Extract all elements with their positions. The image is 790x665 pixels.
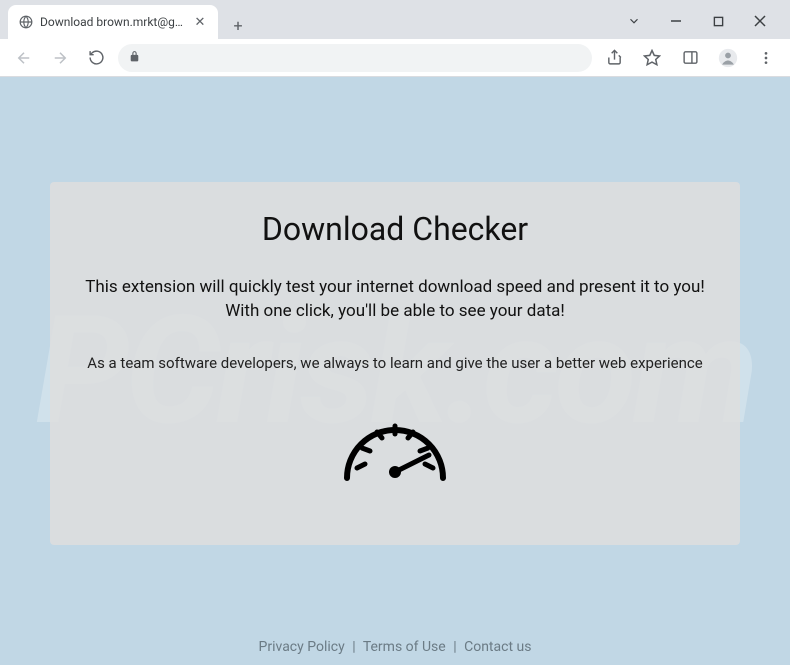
gauge-graphic — [80, 400, 710, 500]
page-title: Download Checker — [80, 210, 710, 248]
page-description: As a team software developers, we always… — [80, 354, 710, 372]
footer-links: Privacy Policy | Terms of Use | Contact … — [0, 639, 790, 655]
minimize-button[interactable] — [664, 9, 688, 33]
contact-link[interactable]: Contact us — [464, 639, 531, 655]
page-content: PCrisk.com Download Checker This extensi… — [0, 77, 790, 665]
window-controls — [622, 9, 782, 39]
globe-icon — [18, 14, 34, 30]
side-panel-icon[interactable] — [676, 44, 704, 72]
maximize-button[interactable] — [706, 9, 730, 33]
reload-button[interactable] — [82, 44, 110, 72]
star-icon[interactable] — [638, 44, 666, 72]
speedometer-icon — [335, 400, 455, 500]
separator: | — [352, 639, 355, 655]
subtitle-line: This extension will quickly test your in… — [80, 276, 710, 300]
forward-button[interactable] — [46, 44, 74, 72]
subtitle-line: With one click, you'll be able to see yo… — [80, 300, 710, 324]
menu-icon[interactable] — [752, 44, 780, 72]
back-button[interactable] — [10, 44, 38, 72]
privacy-link[interactable]: Privacy Policy — [259, 639, 345, 655]
new-tab-button[interactable]: + — [224, 11, 252, 39]
share-icon[interactable] — [600, 44, 628, 72]
close-window-button[interactable] — [748, 9, 772, 33]
lock-icon — [128, 48, 141, 67]
address-bar[interactable] — [118, 44, 592, 72]
content-card: Download Checker This extension will qui… — [50, 182, 740, 545]
browser-toolbar — [0, 39, 790, 77]
page-subtitle: This extension will quickly test your in… — [80, 276, 710, 324]
terms-link[interactable]: Terms of Use — [363, 639, 446, 655]
chevron-down-icon[interactable] — [622, 9, 646, 33]
separator: | — [453, 639, 456, 655]
tab-title: Download brown.mrkt@gmail.co — [40, 15, 186, 29]
close-icon[interactable]: ✕ — [192, 14, 208, 30]
browser-titlebar: Download brown.mrkt@gmail.co ✕ + — [0, 0, 790, 39]
browser-tab[interactable]: Download brown.mrkt@gmail.co ✕ — [8, 5, 218, 39]
profile-icon[interactable] — [714, 44, 742, 72]
